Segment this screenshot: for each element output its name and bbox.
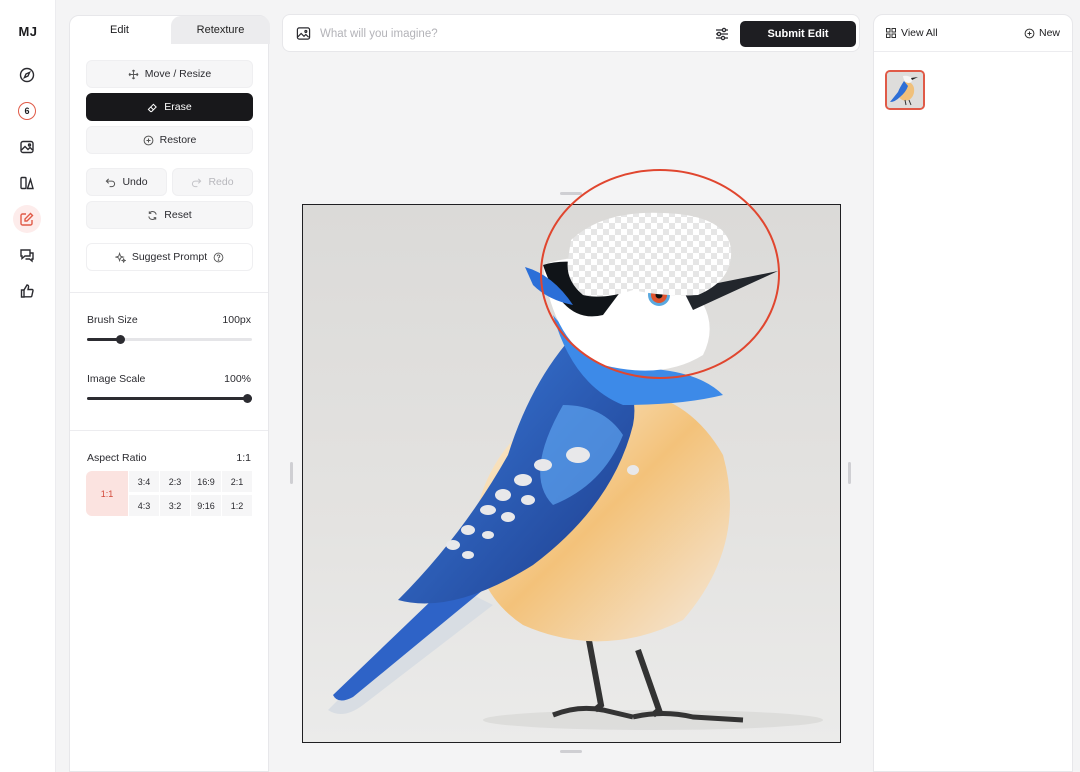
move-icon	[128, 69, 139, 79]
tab-retexture[interactable]: Retexture	[171, 16, 270, 44]
aspect-option[interactable]: 2:1	[222, 471, 252, 492]
bird-thumbnail-image	[887, 72, 923, 108]
aspect-option[interactable]: 4:3	[129, 495, 159, 516]
image-canvas[interactable]	[302, 204, 841, 743]
aspect-option[interactable]: 2:3	[160, 471, 190, 492]
divider	[70, 292, 268, 293]
jobs-nav[interactable]: 6	[13, 97, 41, 125]
panel-tabs: Edit Retexture	[70, 16, 270, 44]
history-panel: View All New	[873, 14, 1073, 772]
prompt-input[interactable]	[320, 24, 700, 44]
view-all-button[interactable]: View All	[886, 27, 938, 39]
restore-label: Restore	[159, 134, 197, 146]
help-icon[interactable]	[213, 252, 224, 263]
erase-label: Erase	[164, 101, 192, 113]
edit-tools-panel: Edit Retexture Move / Resize Erase Resto…	[69, 15, 270, 772]
aspect-option[interactable]: 3:2	[160, 495, 190, 516]
settings-sliders-icon[interactable]	[714, 26, 730, 42]
queue-count-badge: 6	[18, 102, 36, 120]
history-thumbnail[interactable]	[885, 70, 925, 110]
image-icon[interactable]	[296, 26, 311, 41]
brush-size-label: Brush Size	[87, 314, 138, 326]
aspect-ratio-value: 1:1	[236, 452, 251, 464]
submit-edit-button[interactable]: Submit Edit	[740, 21, 856, 47]
view-all-label: View All	[901, 27, 938, 39]
image-scale-slider[interactable]	[87, 394, 252, 403]
tab-edit[interactable]: Edit	[70, 16, 169, 44]
edit-nav[interactable]	[13, 205, 41, 233]
reset-button[interactable]: Reset	[86, 201, 253, 229]
explore-nav[interactable]	[13, 61, 41, 89]
aspect-option[interactable]: 3:4	[129, 471, 159, 492]
aspect-option[interactable]: 1:2	[222, 495, 252, 516]
prompt-bar: Submit Edit	[282, 14, 860, 52]
divider	[70, 430, 268, 431]
eraser-icon	[147, 103, 158, 112]
undo-label: Undo	[122, 176, 148, 188]
bird-image	[328, 212, 823, 730]
erase-button[interactable]: Erase	[86, 93, 253, 121]
resize-handle-left[interactable]	[290, 462, 293, 484]
redo-label: Redo	[208, 176, 234, 188]
organize-nav[interactable]	[13, 169, 41, 197]
app-logo[interactable]: MJ	[0, 24, 56, 39]
aspect-ratio-label: Aspect Ratio	[87, 452, 147, 464]
aspect-option[interactable]: 9:16	[191, 495, 221, 516]
resize-handle-top[interactable]	[560, 192, 582, 195]
redo-icon	[192, 177, 202, 187]
aspect-option-selected[interactable]: 1:1	[86, 471, 128, 516]
edit-icon	[20, 212, 34, 226]
sparkle-icon	[114, 251, 126, 263]
image-scale-fill	[87, 397, 252, 400]
left-rail: MJ 6	[0, 0, 56, 772]
image-scale-label: Image Scale	[87, 373, 146, 385]
brush-size-knob[interactable]	[116, 335, 125, 344]
reset-label: Reset	[164, 209, 192, 221]
chat-icon	[20, 249, 34, 263]
new-label: New	[1038, 27, 1060, 39]
redo-button[interactable]: Redo	[172, 168, 253, 196]
move-resize-label: Move / Resize	[144, 68, 212, 80]
thumbs-up-icon	[20, 284, 34, 298]
image-icon	[20, 140, 34, 154]
create-nav[interactable]	[13, 133, 41, 161]
suggest-prompt-button[interactable]: Suggest Prompt	[86, 243, 253, 271]
restore-button[interactable]: Restore	[86, 126, 253, 154]
chat-nav[interactable]	[13, 241, 41, 269]
shapes-icon	[20, 176, 34, 190]
plus-circle-icon	[143, 135, 154, 145]
suggest-prompt-label: Suggest Prompt	[131, 251, 208, 263]
image-scale-knob[interactable]	[243, 394, 252, 403]
resize-handle-bottom[interactable]	[560, 750, 582, 753]
aspect-option[interactable]: 16:9	[191, 471, 221, 492]
aspect-ratio-grid: 1:1 3:4 2:3 16:9 2:1 4:3 3:2 9:16 1:2	[86, 471, 253, 516]
grid-icon	[886, 28, 896, 38]
compass-icon	[19, 67, 35, 83]
plus-circle-icon	[1024, 28, 1035, 38]
brush-size-slider[interactable]	[87, 335, 252, 344]
undo-button[interactable]: Undo	[86, 168, 167, 196]
image-scale-value: 100%	[224, 373, 251, 385]
undo-icon	[106, 177, 116, 187]
brush-size-value: 100px	[222, 314, 251, 326]
move-resize-button[interactable]: Move / Resize	[86, 60, 253, 88]
history-header: View All New	[874, 15, 1072, 52]
likes-nav[interactable]	[13, 277, 41, 305]
new-button[interactable]: New	[1024, 27, 1060, 39]
resize-handle-right[interactable]	[848, 462, 851, 484]
refresh-icon	[148, 210, 157, 220]
